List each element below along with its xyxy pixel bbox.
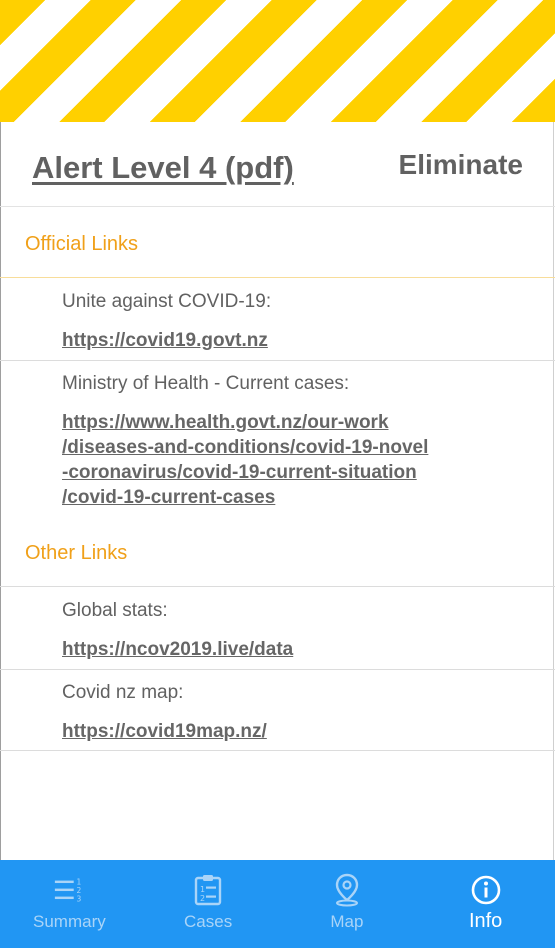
info-screen: Alert Level 4 (pdf) Eliminate Official L… [0, 0, 555, 948]
link-url[interactable]: https://www.health.govt.nz/our-work /dis… [62, 410, 532, 510]
link-url[interactable]: https://covid19map.nz/ [62, 719, 532, 744]
nav-tab-cases[interactable]: 1 2 Cases [139, 860, 278, 948]
nav-label: Map [330, 912, 364, 931]
nav-label: Summary [33, 912, 106, 931]
link-label: Global stats: [62, 600, 168, 621]
nav-label: Cases [184, 912, 233, 931]
alert-level-pdf-link[interactable]: Alert Level 4 (pdf) [32, 150, 294, 186]
link-label: Ministry of Health - Current cases: [62, 373, 350, 394]
svg-text:1: 1 [200, 885, 205, 894]
link-url[interactable]: https://ncov2019.live/data [62, 637, 532, 662]
nav-tab-summary[interactable]: 1 2 3 Summary [0, 860, 139, 948]
link-label: Unite against COVID-19: [62, 291, 272, 312]
divider [0, 277, 555, 278]
divider [0, 669, 555, 670]
alert-status-label: Eliminate [398, 149, 523, 180]
link-label: Covid nz map: [62, 682, 184, 703]
list-item: Global stats: https://ncov2019.live/data [62, 599, 532, 662]
alert-stripe-banner [0, 0, 555, 122]
divider [0, 586, 555, 587]
svg-text:2: 2 [200, 894, 205, 903]
list-item: Ministry of Health - Current cases: http… [62, 372, 532, 510]
official-links-header: Official Links [25, 233, 139, 255]
alert-level-row: Alert Level 4 (pdf) Eliminate [0, 122, 555, 207]
list-item: Unite against COVID-19: https://covid19.… [62, 290, 532, 353]
clipboard-list-icon: 1 2 [192, 874, 224, 906]
list-item: Covid nz map: https://covid19map.nz/ [62, 681, 532, 744]
nav-tab-info[interactable]: Info [416, 860, 555, 948]
nav-tab-map[interactable]: Map [278, 860, 417, 948]
nav-label: Info [468, 910, 503, 932]
other-links-header: Other Links [25, 542, 128, 564]
list-numbered-icon: 1 2 3 [53, 874, 85, 906]
divider [0, 750, 555, 751]
map-pin-icon [331, 873, 363, 907]
svg-text:3: 3 [77, 894, 82, 903]
info-icon [470, 874, 502, 906]
divider [0, 360, 555, 361]
link-url[interactable]: https://covid19.govt.nz [62, 328, 532, 353]
bottom-navigation: 1 2 3 Summary 1 2 Cases Map Info [0, 860, 555, 948]
